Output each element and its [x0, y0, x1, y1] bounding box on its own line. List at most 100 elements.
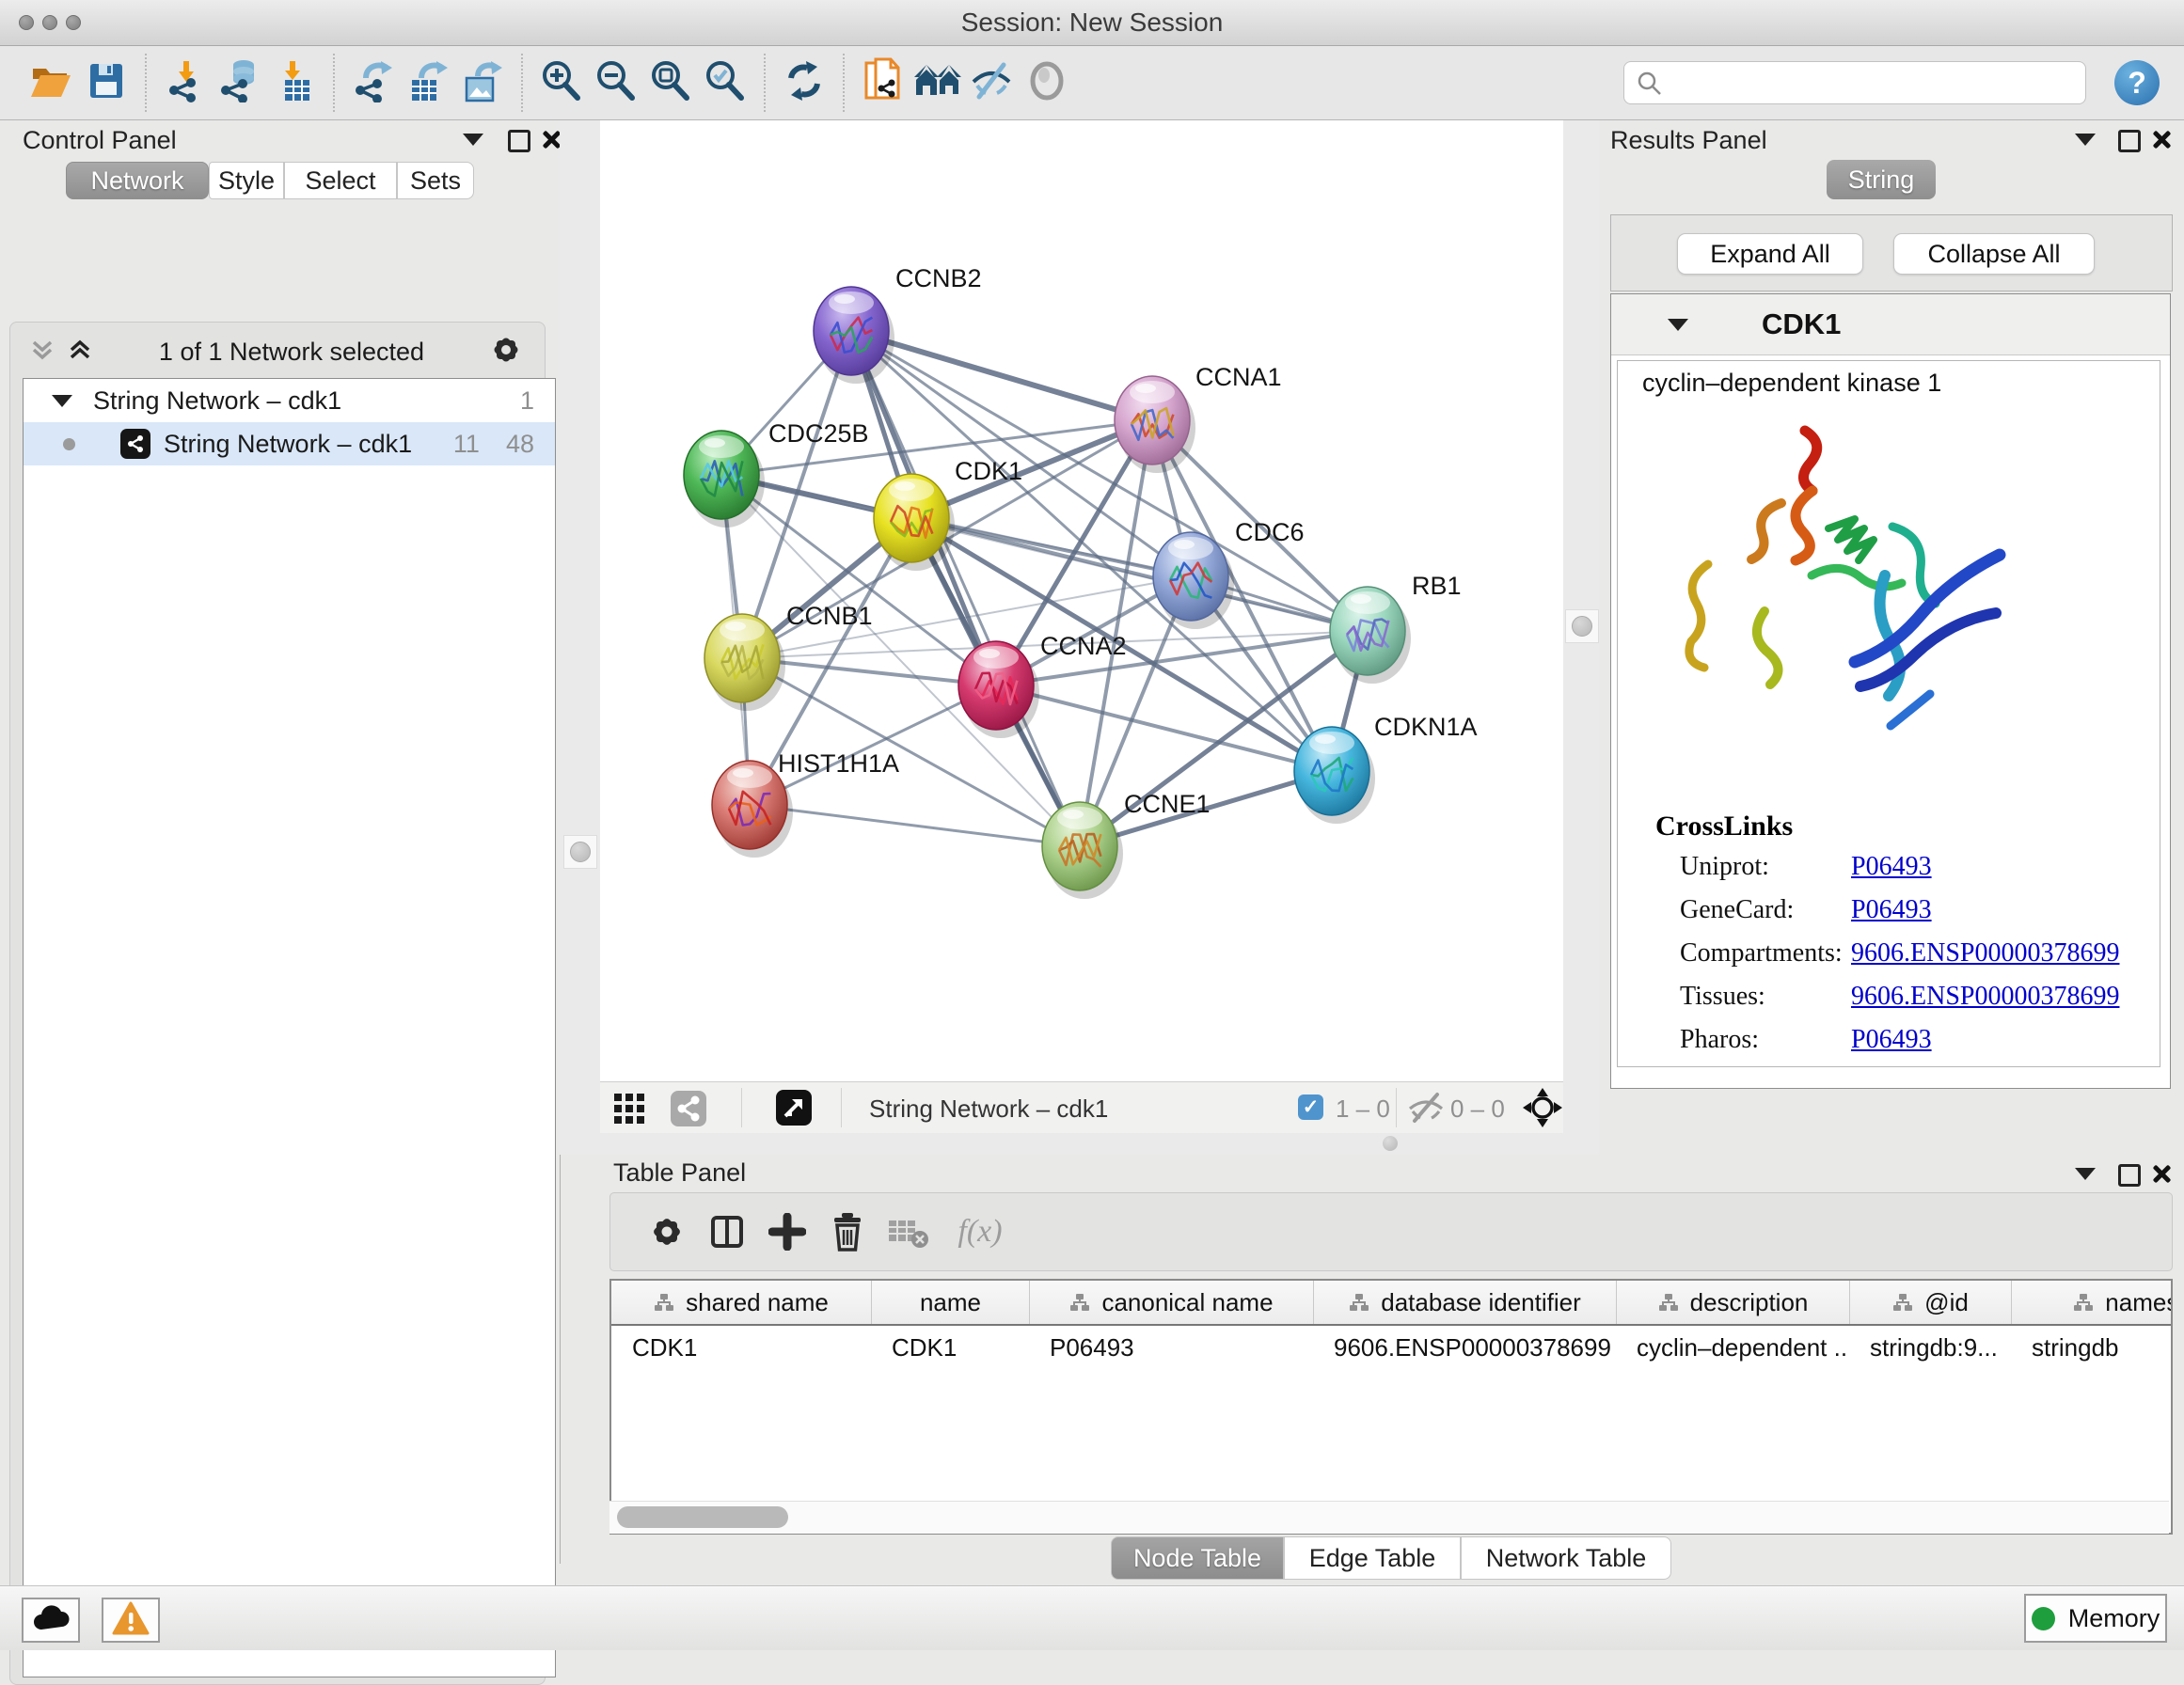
float-panel-icon[interactable] — [2118, 130, 2141, 152]
delete-column-trash-icon[interactable] — [817, 1204, 878, 1260]
import-network-from-file-button[interactable] — [158, 53, 213, 113]
show-all-panels-button[interactable] — [910, 53, 965, 113]
column-header-namespace[interactable]: namespace — [2011, 1281, 2173, 1324]
tab-sets[interactable]: Sets — [397, 162, 474, 199]
search-input[interactable] — [1623, 61, 2086, 104]
tab-edge-table[interactable]: Edge Table — [1284, 1536, 1461, 1580]
collapse-all-trees-icon[interactable] — [28, 337, 56, 368]
expand-all-trees-icon[interactable] — [66, 337, 94, 368]
network-node-CCNE1[interactable] — [1042, 802, 1123, 899]
hidden-eye-slash-icon[interactable] — [1407, 1092, 1445, 1128]
column-header-canonical-name[interactable]: canonical name — [1029, 1281, 1313, 1324]
network-node-CDK1[interactable] — [874, 474, 955, 571]
crosslink-link[interactable]: 9606.ENSP00000378699 — [1851, 982, 2119, 1012]
column-header-description[interactable]: description — [1616, 1281, 1849, 1324]
network-node-CCNB2[interactable] — [814, 287, 894, 384]
help-button[interactable]: ? — [2114, 60, 2160, 105]
zoom-in-button[interactable] — [534, 53, 589, 113]
tab-network[interactable]: Network — [66, 162, 209, 199]
table-cell[interactable]: stringdb:9... — [1849, 1326, 2011, 1369]
left-splitter[interactable] — [560, 120, 600, 1155]
crosslink-link[interactable]: P06493 — [1851, 895, 1932, 925]
function-builder-icon: f(x) — [938, 1204, 1022, 1260]
float-panel-icon[interactable] — [2118, 1164, 2141, 1187]
toolbar-separator — [521, 54, 523, 112]
expand-all-button[interactable]: Expand All — [1677, 233, 1863, 275]
birdseye-icon[interactable] — [775, 1089, 813, 1131]
cloud-status-button[interactable] — [22, 1598, 80, 1643]
close-panel-icon[interactable] — [2152, 130, 2171, 149]
horizontal-scrollbar[interactable] — [609, 1501, 2169, 1534]
tab-node-table[interactable]: Node Table — [1111, 1536, 1284, 1580]
string-network-graph[interactable]: CCNB2CCNA1CDC25BCDK1CDC6RB1CCNB1CCNA2CDK… — [600, 120, 1563, 1081]
float-panel-icon[interactable] — [508, 130, 530, 157]
left-splitter-grip[interactable] — [563, 835, 597, 869]
export-table-button[interactable] — [401, 53, 455, 113]
network-canvas[interactable]: CCNB2CCNA1CDC25BCDK1CDC6RB1CCNB1CCNA2CDK… — [600, 120, 1563, 1081]
scrollbar-thumb[interactable] — [617, 1506, 788, 1528]
export-network-button[interactable] — [346, 53, 401, 113]
gene-header-row[interactable]: CDK1 — [1611, 294, 2170, 355]
close-panel-icon[interactable] — [542, 130, 561, 153]
open-session-button[interactable] — [24, 53, 79, 113]
selected-checkbox[interactable]: ✓ — [1298, 1094, 1323, 1120]
right-splitter[interactable] — [1563, 120, 1601, 1155]
zoom-fit-button[interactable] — [643, 53, 698, 113]
table-cell[interactable]: stringdb — [2011, 1326, 2173, 1369]
close-panel-icon[interactable] — [2152, 1164, 2171, 1183]
table-cell[interactable]: CDK1 — [611, 1326, 871, 1369]
table-cell[interactable]: 9606.ENSP00000378699 — [1313, 1326, 1616, 1369]
collapse-panel-icon[interactable] — [2075, 1168, 2096, 1180]
bottom-splitter[interactable] — [600, 1132, 1563, 1155]
tab-network-table[interactable]: Network Table — [1461, 1536, 1671, 1580]
warning-status-button[interactable] — [102, 1598, 160, 1643]
share-network-icon[interactable] — [670, 1090, 707, 1132]
network-node-CCNA1[interactable] — [1115, 376, 1195, 473]
collapse-gene-icon[interactable] — [1668, 319, 1688, 331]
collapse-panel-icon[interactable] — [2075, 134, 2096, 146]
refresh-button[interactable] — [777, 53, 831, 113]
network-node-CDKN1A[interactable] — [1294, 727, 1375, 824]
column-header-database-identifier[interactable]: database identifier — [1313, 1281, 1616, 1324]
crosslink-link[interactable]: P06493 — [1851, 852, 1932, 882]
tree-expand-icon[interactable] — [52, 395, 72, 407]
network-node-CDC25B[interactable] — [684, 431, 765, 528]
hide-eye-button[interactable] — [965, 53, 1020, 113]
bottom-splitter-grip[interactable] — [1383, 1136, 1398, 1151]
footer-divider — [1396, 1088, 1397, 1127]
network-collection-row[interactable]: String Network – cdk1 1 — [24, 379, 555, 422]
tab-string[interactable]: String — [1827, 160, 1936, 199]
network-node-CCNA2[interactable] — [958, 641, 1039, 738]
table-cell[interactable]: CDK1 — [871, 1326, 1029, 1369]
share-document-button[interactable] — [856, 53, 910, 113]
table-cell[interactable]: cyclin–dependent ... — [1616, 1326, 1849, 1369]
fit-content-crosshair-icon[interactable] — [1522, 1087, 1563, 1133]
zoom-out-button[interactable] — [589, 53, 643, 113]
crosslink-link[interactable]: P06493 — [1851, 1025, 1932, 1055]
network-row-selected[interactable]: String Network – cdk1 11 48 — [24, 422, 555, 465]
import-network-from-database-button[interactable] — [213, 53, 267, 113]
memory-button[interactable]: Memory — [2024, 1594, 2167, 1643]
save-session-button[interactable] — [79, 53, 134, 113]
zoom-selected-button[interactable] — [698, 53, 752, 113]
column-header--id[interactable]: @id — [1849, 1281, 2011, 1324]
crosslink-link[interactable]: 9606.ENSP00000378699 — [1851, 938, 2119, 968]
column-header-shared-name[interactable]: shared name — [611, 1281, 871, 1324]
gear-icon[interactable] — [489, 333, 523, 371]
add-column-plus-icon[interactable] — [757, 1204, 817, 1260]
tab-style[interactable]: Style — [209, 162, 284, 199]
import-table-from-file-button[interactable] — [267, 53, 322, 113]
export-image-button[interactable] — [455, 53, 510, 113]
grid-view-icon[interactable] — [613, 1093, 645, 1129]
tab-select[interactable]: Select — [284, 162, 397, 199]
table-settings-gear-icon[interactable] — [637, 1204, 697, 1260]
column-header-name[interactable]: name — [871, 1281, 1029, 1324]
table-cell[interactable]: P06493 — [1029, 1326, 1313, 1369]
collapse-all-button[interactable]: Collapse All — [1893, 233, 2095, 275]
network-node-CCNB1[interactable] — [704, 614, 785, 711]
right-splitter-grip[interactable] — [1565, 609, 1599, 643]
show-eye-button[interactable] — [1020, 53, 1074, 113]
network-node-RB1[interactable] — [1330, 587, 1411, 684]
collapse-panel-icon[interactable] — [463, 134, 483, 150]
show-columns-icon[interactable] — [697, 1204, 757, 1260]
